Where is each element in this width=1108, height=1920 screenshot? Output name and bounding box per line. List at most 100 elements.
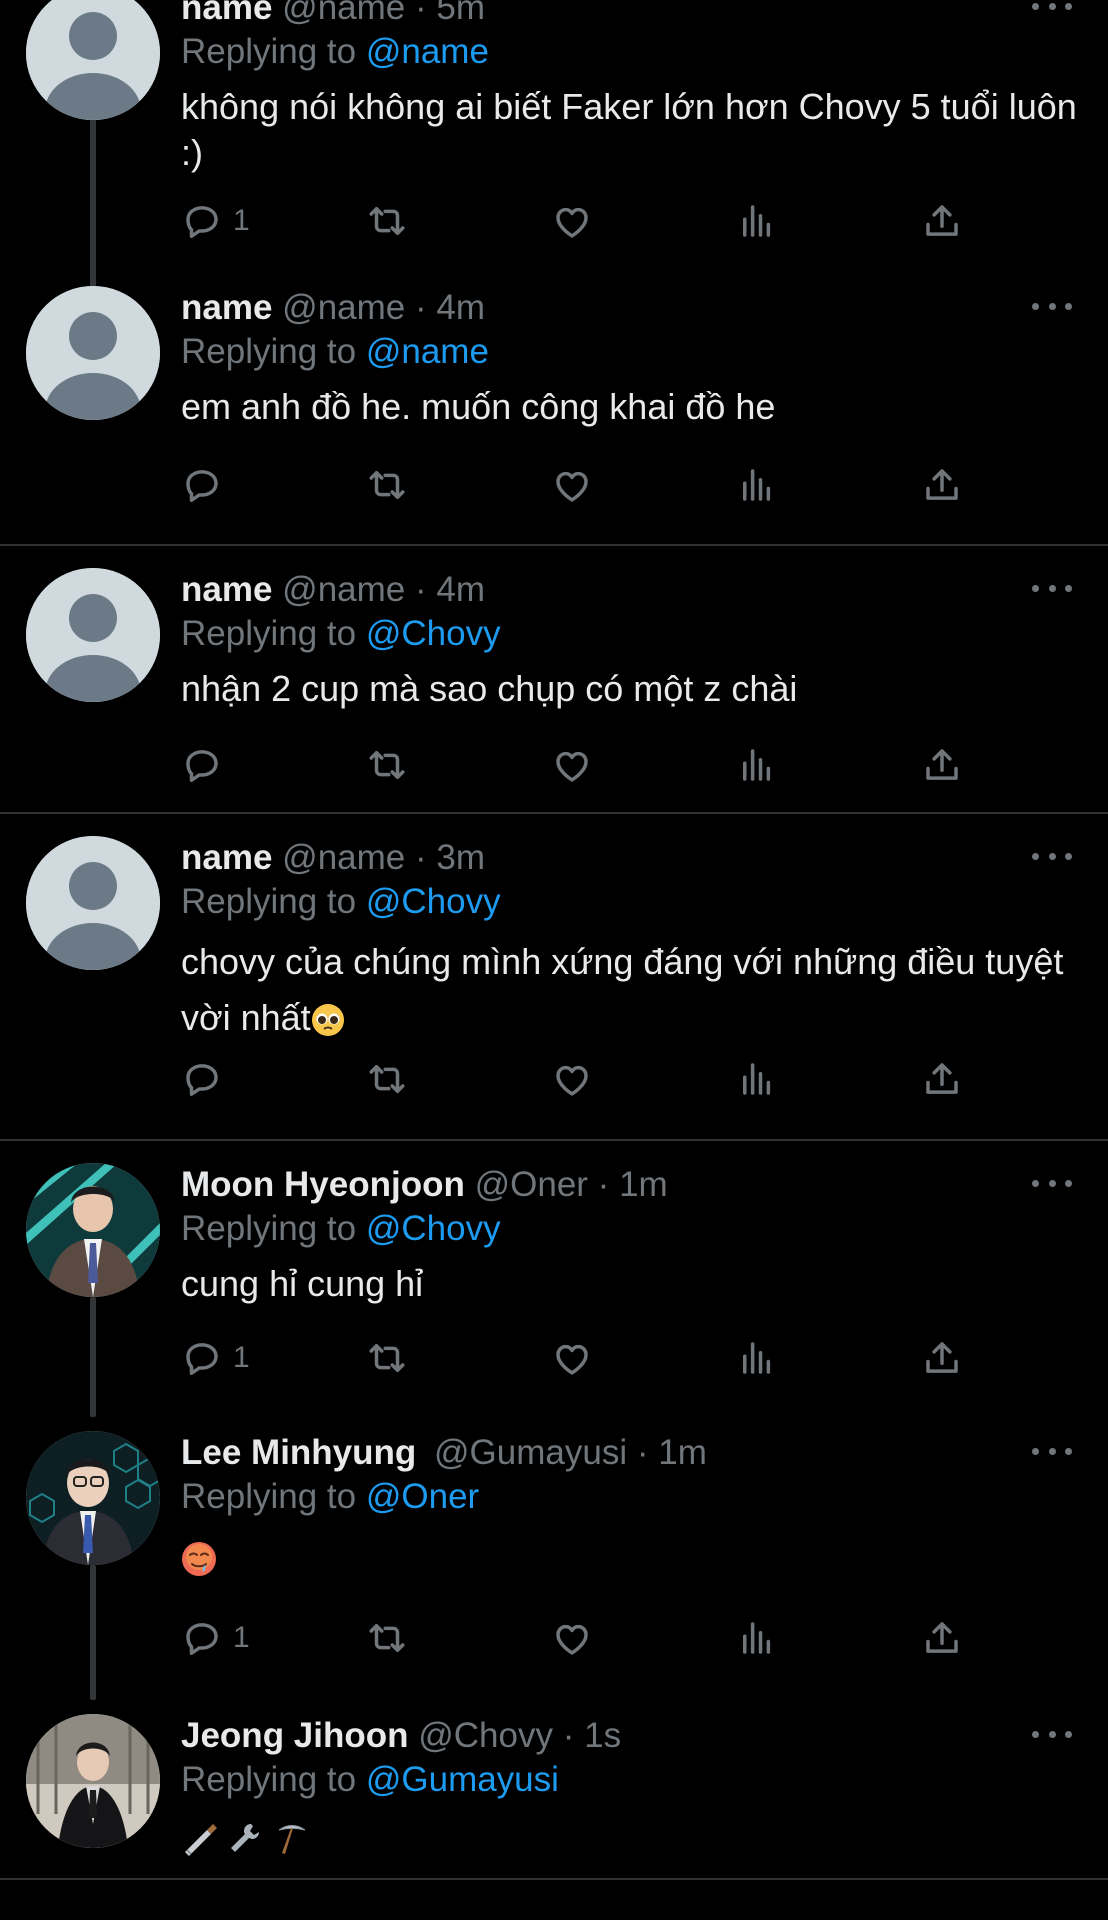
display-name[interactable]: name: [181, 288, 272, 327]
more-options-icon[interactable]: [1032, 0, 1072, 26]
avatar[interactable]: [26, 0, 160, 120]
like-button[interactable]: [551, 1615, 593, 1661]
replying-to-label: Replying to: [181, 882, 357, 921]
views-button[interactable]: [736, 1335, 778, 1381]
avatar[interactable]: [26, 568, 160, 702]
views-button[interactable]: [736, 1615, 778, 1661]
retweet-icon: [369, 1624, 405, 1652]
views-button[interactable]: [736, 198, 778, 244]
like-button[interactable]: [551, 742, 593, 788]
thread-connector: [90, 1565, 96, 1700]
reply-button[interactable]: [181, 742, 233, 788]
views-button[interactable]: [736, 742, 778, 788]
replying-to: Replying to @Gumayusi: [181, 1758, 1078, 1802]
like-button[interactable]: [551, 198, 593, 244]
tweet[interactable]: Jeong Jihoon @Chovy · 1s Replying to @Gu…: [0, 1692, 1108, 1880]
tweet[interactable]: name @name · 4m Replying to @Chovy nhận …: [0, 546, 1108, 814]
like-button[interactable]: [551, 1056, 593, 1102]
tweet-time[interactable]: 4m: [436, 288, 485, 327]
display-name[interactable]: name: [181, 570, 272, 609]
avatar[interactable]: [26, 286, 160, 420]
reply-mention[interactable]: @Gumayusi: [366, 1760, 559, 1799]
tweet-emoji: [181, 1541, 1078, 1588]
display-name[interactable]: Moon Hyeonjoon: [181, 1165, 465, 1204]
replying-to: Replying to @Chovy: [181, 880, 1078, 924]
separator-dot: ·: [597, 1165, 610, 1204]
more-options-icon[interactable]: [1032, 1714, 1072, 1754]
user-handle[interactable]: @name: [282, 838, 405, 877]
like-button[interactable]: [551, 462, 593, 508]
reply-mention[interactable]: @name: [366, 332, 489, 371]
user-handle[interactable]: @Chovy: [418, 1716, 553, 1755]
views-button[interactable]: [736, 1056, 778, 1102]
user-handle[interactable]: @Gumayusi: [434, 1433, 627, 1472]
retweet-button[interactable]: [366, 1335, 408, 1381]
more-options-icon[interactable]: [1032, 286, 1072, 326]
share-button[interactable]: [921, 1056, 963, 1102]
avatar[interactable]: [26, 1431, 160, 1565]
views-button[interactable]: [736, 462, 778, 508]
tweet-time[interactable]: 3m: [436, 838, 485, 877]
tweet-time[interactable]: 1m: [658, 1433, 707, 1472]
user-handle[interactable]: @name: [282, 0, 405, 27]
share-icon: [926, 749, 958, 780]
avatar[interactable]: [26, 1714, 160, 1848]
views-icon: [743, 749, 771, 781]
more-options-icon[interactable]: [1032, 1431, 1072, 1471]
retweet-button[interactable]: [366, 1056, 408, 1102]
more-options-icon[interactable]: [1032, 568, 1072, 608]
more-options-icon[interactable]: [1032, 1163, 1072, 1203]
share-icon: [926, 469, 958, 500]
replying-to: Replying to @Oner: [181, 1475, 1078, 1519]
reply-icon: [186, 1623, 218, 1655]
reply-mention[interactable]: @Chovy: [366, 882, 501, 921]
avatar[interactable]: [26, 1163, 160, 1297]
user-handle[interactable]: @name: [282, 288, 405, 327]
views-icon: [743, 205, 771, 237]
retweet-button[interactable]: [366, 742, 408, 788]
display-name[interactable]: Jeong Jihoon: [181, 1716, 409, 1755]
tweet-time[interactable]: 5m: [436, 0, 485, 27]
reply-button[interactable]: 1: [181, 198, 250, 244]
display-name[interactable]: name: [181, 838, 272, 877]
share-button[interactable]: [921, 1615, 963, 1661]
tweet[interactable]: name @name · 5m Replying to @name không …: [0, 0, 1108, 296]
reply-button[interactable]: [181, 1056, 233, 1102]
replying-to: Replying to @name: [181, 330, 1078, 374]
reply-button[interactable]: [181, 462, 233, 508]
share-button[interactable]: [921, 742, 963, 788]
tweet[interactable]: Lee Minhyung @Gumayusi · 1m Replying to …: [0, 1409, 1108, 1700]
tweet[interactable]: Moon Hyeonjoon @Oner · 1m Replying to @C…: [0, 1141, 1108, 1417]
share-button[interactable]: [921, 198, 963, 244]
reply-count: 1: [233, 1621, 250, 1654]
more-options-icon[interactable]: [1032, 836, 1072, 876]
reply-mention[interactable]: @Chovy: [366, 614, 501, 653]
retweet-button[interactable]: [366, 198, 408, 244]
user-handle[interactable]: @Oner: [475, 1165, 588, 1204]
reply-button[interactable]: 1: [181, 1615, 250, 1661]
replying-to: Replying to @Chovy: [181, 1207, 1078, 1251]
display-name[interactable]: name: [181, 0, 272, 27]
avatar[interactable]: [26, 836, 160, 970]
reply-button[interactable]: 1: [181, 1335, 250, 1381]
tweet[interactable]: name @name · 4m Replying to @name em anh…: [0, 286, 1108, 546]
separator-dot: ·: [415, 570, 427, 609]
retweet-button[interactable]: [366, 1615, 408, 1661]
replying-to-label: Replying to: [181, 1477, 357, 1516]
reply-mention[interactable]: @name: [366, 32, 489, 71]
share-button[interactable]: [921, 1335, 963, 1381]
reply-mention[interactable]: @Chovy: [366, 1209, 501, 1248]
tweet-time[interactable]: 4m: [436, 570, 485, 609]
reply-mention[interactable]: @Oner: [366, 1477, 479, 1516]
share-button[interactable]: [921, 462, 963, 508]
tweet[interactable]: name @name · 3m Replying to @Chovy chovy…: [0, 814, 1108, 1141]
user-handle[interactable]: @name: [282, 570, 405, 609]
action-bar: 1: [181, 1615, 981, 1661]
tweet-time[interactable]: 1m: [619, 1165, 668, 1204]
tweet-time[interactable]: 1s: [584, 1716, 621, 1755]
retweet-button[interactable]: [366, 462, 408, 508]
display-name[interactable]: Lee Minhyung: [181, 1433, 416, 1472]
share-icon: [926, 1622, 958, 1653]
like-button[interactable]: [551, 1335, 593, 1381]
reply-count: 1: [233, 204, 250, 237]
